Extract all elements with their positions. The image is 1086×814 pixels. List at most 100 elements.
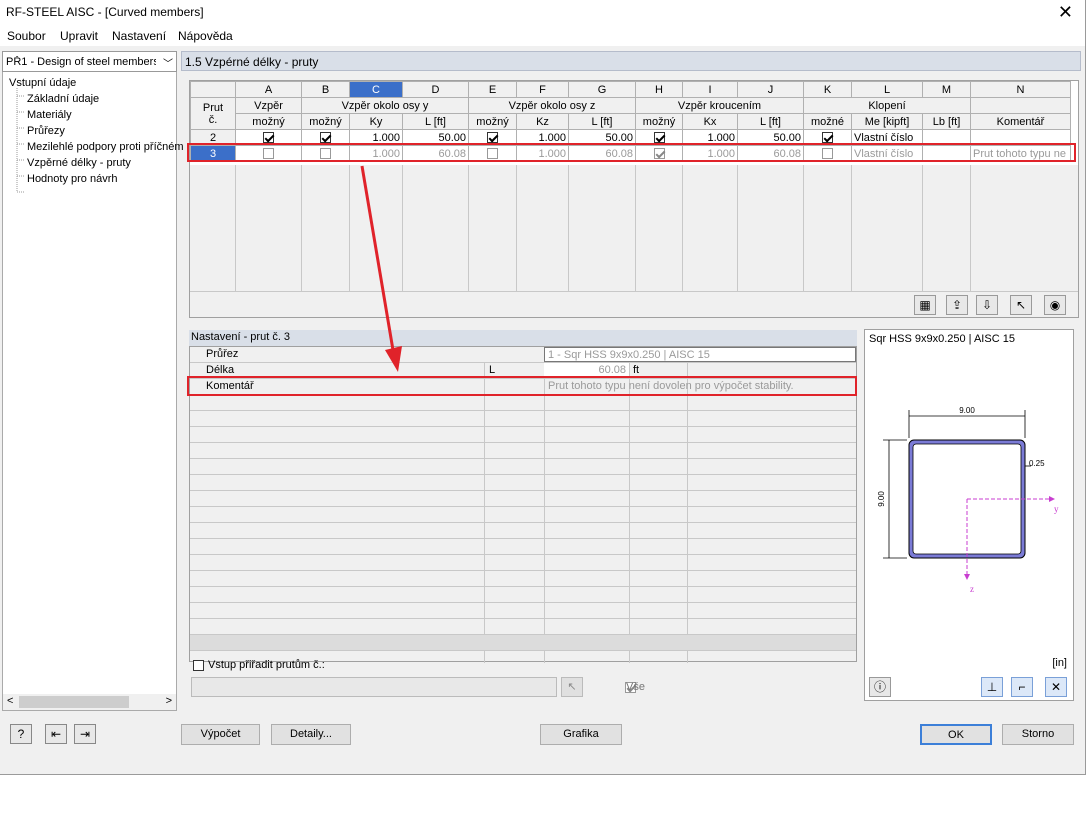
- cell-ly[interactable]: 50.00: [402, 129, 469, 146]
- chevron-down-icon[interactable]: ﹀: [163, 55, 173, 70]
- cell-kx[interactable]: 1.000: [682, 145, 738, 162]
- details-button[interactable]: Detaily...: [271, 724, 351, 745]
- import-icon[interactable]: ⇤: [45, 724, 67, 744]
- assign-members-input[interactable]: [191, 677, 557, 697]
- checkbox[interactable]: [822, 148, 833, 160]
- scroll-left-icon[interactable]: <: [7, 695, 13, 707]
- table-row[interactable]: 2 1.000 50.00 1.000 50.00 1.000 50.00 Vl…: [190, 129, 1071, 146]
- col-letter[interactable]: I: [682, 81, 738, 98]
- cell-comment[interactable]: [970, 129, 1071, 146]
- col-letter[interactable]: F: [516, 81, 569, 98]
- checkbox[interactable]: [487, 132, 498, 144]
- settings-value-comment[interactable]: Prut tohoto typu není dovolen pro výpoče…: [548, 380, 794, 392]
- length-value-field[interactable]: 60.08: [544, 363, 629, 378]
- checkbox[interactable]: [653, 148, 665, 160]
- settings-row-comment[interactable]: Komentář Prut tohoto typu není dovolen p…: [190, 379, 856, 395]
- cell-comment[interactable]: Prut tohoto typu ne: [970, 145, 1071, 162]
- cell-kz[interactable]: 1.000: [516, 129, 569, 146]
- cancel-button[interactable]: Storno: [1002, 724, 1074, 745]
- scroll-thumb[interactable]: [19, 696, 129, 708]
- cell-axis-z-possible[interactable]: [468, 129, 517, 146]
- scroll-right-icon[interactable]: >: [166, 695, 172, 707]
- row-number[interactable]: 2: [190, 129, 236, 146]
- assign-checkbox[interactable]: [193, 659, 204, 671]
- cell-lt-possible[interactable]: [803, 145, 852, 162]
- settings-row-section[interactable]: Průřez 1 - Sqr HSS 9x9x0.250 | AISC 15: [190, 347, 856, 363]
- case-select[interactable]: PŘ1 - Design of steel members a ﹀: [2, 51, 177, 72]
- cell-lb[interactable]: [922, 129, 971, 146]
- row-number[interactable]: 3: [190, 145, 236, 162]
- col-letter[interactable]: E: [468, 81, 517, 98]
- cell-kx[interactable]: 1.000: [682, 129, 738, 146]
- table-row-selected[interactable]: 3 1.000 60.08 1.000 60.08 1.000 60.08 Vl…: [190, 145, 1071, 162]
- cell-lz[interactable]: 50.00: [568, 129, 636, 146]
- cell-torsional-possible[interactable]: [635, 145, 683, 162]
- view-options-icon[interactable]: ⊥: [981, 677, 1003, 697]
- col-letter[interactable]: C: [349, 81, 403, 98]
- col-letter[interactable]: G: [568, 81, 636, 98]
- close-icon[interactable]: ✕: [1058, 2, 1073, 22]
- export-icon[interactable]: ⇥: [74, 724, 96, 744]
- menu-file[interactable]: Soubor: [7, 29, 46, 43]
- col-letter[interactable]: M: [922, 81, 971, 98]
- cell-lx[interactable]: 50.00: [737, 129, 804, 146]
- checkbox[interactable]: [487, 148, 498, 160]
- tree-item-design-values[interactable]: Hodnoty pro návrh: [27, 173, 118, 185]
- tree-item-intermediate-supports[interactable]: Mezilehlé podpory proti příčném: [27, 141, 184, 153]
- settings-row-length[interactable]: Délka L 60.08 ft: [190, 363, 856, 379]
- excel-import-icon[interactable]: ⇩: [976, 295, 998, 315]
- cell-lz[interactable]: 60.08: [568, 145, 636, 162]
- col-letter[interactable]: H: [635, 81, 683, 98]
- eye-icon[interactable]: ◉: [1044, 295, 1066, 315]
- cell-lt-possible[interactable]: [803, 129, 852, 146]
- tree-item-buckling-lengths[interactable]: Vzpěrné délky - pruty: [27, 157, 131, 169]
- cell-axis-z-possible[interactable]: [468, 145, 517, 162]
- cell-me[interactable]: Vlastní číslo: [851, 145, 923, 162]
- col-letter[interactable]: D: [402, 81, 469, 98]
- tree-horizontal-scrollbar[interactable]: < >: [3, 694, 176, 710]
- select-pointer-icon[interactable]: ↖: [1010, 295, 1032, 315]
- reset-view-icon[interactable]: ✕: [1045, 677, 1067, 697]
- menu-edit[interactable]: Upravit: [60, 29, 98, 43]
- cell-lb[interactable]: [922, 145, 971, 162]
- help-icon[interactable]: ?: [10, 724, 32, 744]
- checkbox[interactable]: [653, 132, 665, 144]
- checkbox[interactable]: [320, 132, 331, 144]
- checkbox[interactable]: [263, 148, 274, 160]
- calculate-button[interactable]: Výpočet: [181, 724, 260, 745]
- cell-buckling[interactable]: [235, 129, 302, 146]
- cell-torsional-possible[interactable]: [635, 129, 683, 146]
- info-icon[interactable]: ⓘ: [869, 677, 891, 697]
- tree-root[interactable]: Vstupní údaje: [9, 77, 76, 89]
- col-letter[interactable]: K: [803, 81, 852, 98]
- cell-me[interactable]: Vlastní číslo: [851, 129, 923, 146]
- ok-button[interactable]: OK: [920, 724, 992, 745]
- menu-settings[interactable]: Nastavení: [112, 29, 166, 43]
- col-letter[interactable]: A: [235, 81, 302, 98]
- table-icon[interactable]: ▦: [914, 295, 936, 315]
- cell-lx[interactable]: 60.08: [737, 145, 804, 162]
- col-letter[interactable]: J: [737, 81, 804, 98]
- col-letter[interactable]: B: [301, 81, 350, 98]
- section-value-field[interactable]: 1 - Sqr HSS 9x9x0.250 | AISC 15: [544, 347, 856, 362]
- cell-ky[interactable]: 1.000: [349, 129, 403, 146]
- cell-kz[interactable]: 1.000: [516, 145, 569, 162]
- grid-letter-row: A B C D E F G H I J K L M N: [190, 81, 1071, 98]
- tree-item-sections[interactable]: Průřezy: [27, 125, 65, 137]
- graphics-button[interactable]: Grafika: [540, 724, 622, 745]
- cell-buckling[interactable]: [235, 145, 302, 162]
- cell-axis-y-possible[interactable]: [301, 145, 350, 162]
- col-letter[interactable]: L: [851, 81, 923, 98]
- col-letter[interactable]: N: [970, 81, 1071, 98]
- checkbox[interactable]: [822, 132, 833, 144]
- tree-item-materials[interactable]: Materiály: [27, 109, 72, 121]
- cell-ly[interactable]: 60.08: [402, 145, 469, 162]
- dimension-icon[interactable]: ⌐: [1011, 677, 1033, 697]
- checkbox[interactable]: [320, 148, 331, 160]
- pick-members-icon[interactable]: ↖: [561, 677, 583, 697]
- tree-item-basic[interactable]: Základní údaje: [27, 93, 99, 105]
- cell-axis-y-possible[interactable]: [301, 129, 350, 146]
- menu-help[interactable]: Nápověda: [178, 29, 233, 43]
- checkbox[interactable]: [263, 132, 274, 144]
- excel-export-icon[interactable]: ⇪: [946, 295, 968, 315]
